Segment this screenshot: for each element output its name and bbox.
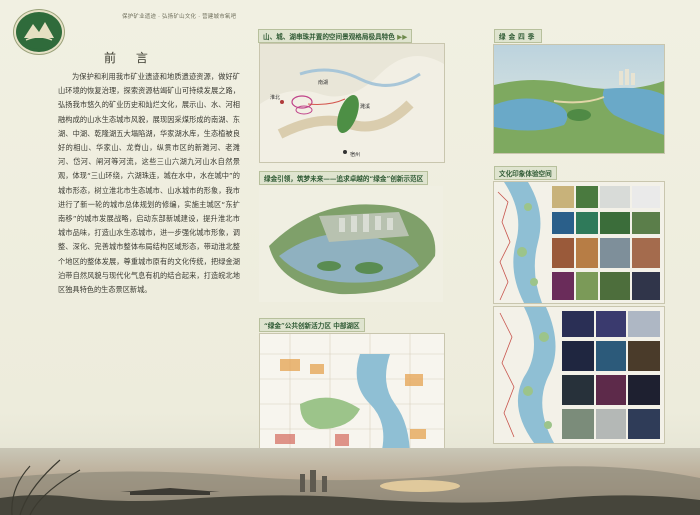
section-title-cultural-experience: 文化印象体验空间 — [494, 166, 557, 180]
arrow-icon: ▶▶ — [397, 33, 408, 41]
plan-central-lake — [259, 333, 445, 459]
preface-body: 为保护和利用我市矿业遗迹和地质遗迹资源，做好矿山环境的恢复治理，探索资源枯竭矿山… — [58, 72, 240, 295]
map-label-lake: 南湖 — [318, 79, 328, 86]
header-breadcrumb: 保护矿业遗迹 · 弘扬矿山文化 · 营建城市氧吧 — [122, 14, 237, 20]
exhibition-board: 保护矿业遗迹 · 弘扬矿山文化 · 营建城市氧吧 前 言 为保护和利用我市矿业遗… — [0, 0, 700, 515]
section-title-spatial-pattern: 山、城、湖串珠并置的空间景观格局极具特色 ▶▶ — [258, 29, 413, 43]
section-title-demonstration-zone: 绿金引领，筑梦未来——追求卓越的“绿金”创新示范区 — [259, 171, 429, 185]
map-spatial-pattern: 淮北 南湖 宿州 濉溪 — [259, 43, 445, 163]
section-title-four-seasons: 绿金四季 — [494, 29, 543, 43]
map-label-city: 宿州 — [350, 151, 360, 158]
logo — [14, 10, 64, 54]
plan-cultural-experience-2 — [493, 306, 665, 444]
preface-title: 前 言 — [104, 51, 156, 65]
aerial-render-four-seasons — [493, 44, 665, 154]
map-label-main: 淮北 — [270, 94, 280, 101]
section-title-central-lake: “绿金”公共创新活力区 中部湖区 — [259, 318, 365, 332]
logo-emblem-icon — [19, 15, 59, 49]
plan-cultural-experience-1 — [493, 181, 665, 304]
aerial-render-demonstration-zone — [259, 186, 443, 302]
map-label-south: 濉溪 — [360, 103, 370, 110]
bottom-landscape-image — [0, 448, 700, 515]
